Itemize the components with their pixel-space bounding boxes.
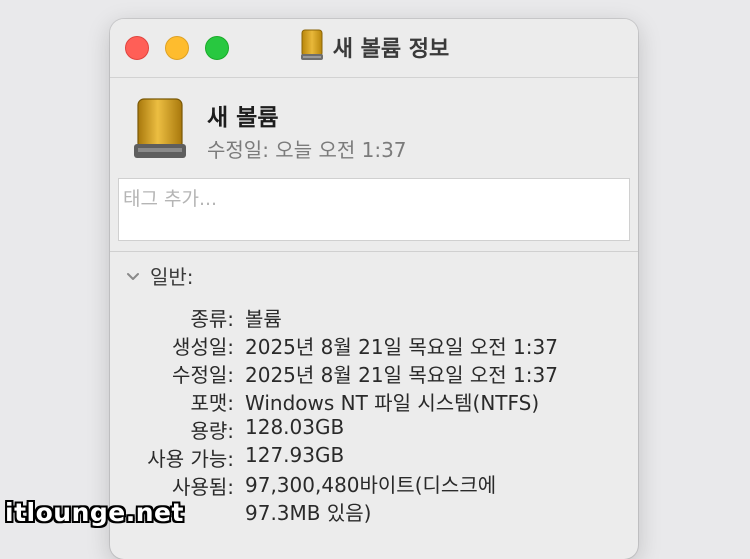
info-row-used: 사용됨: 97,300,480바이트(디스크에 97.3MB 있음) <box>110 471 638 527</box>
info-value: 127.93GB <box>245 443 345 467</box>
info-row-created: 생성일: 2025년 8월 21일 목요일 오전 1:37 <box>110 331 638 359</box>
info-value-line2: 97.3MB 있음) <box>245 501 372 525</box>
external-drive-icon <box>299 29 325 65</box>
info-label: 용량: <box>190 419 234 443</box>
info-label: 포맷: <box>190 391 234 415</box>
title-bar[interactable]: 새 볼륨 정보 <box>110 19 638 78</box>
info-row-available: 사용 가능: 127.93GB <box>110 443 638 471</box>
info-label: 종류: <box>190 307 234 331</box>
general-section-label: 일반: <box>150 264 194 289</box>
info-label: 사용됨: <box>172 475 234 499</box>
tag-input[interactable]: 태그 추가... <box>118 178 630 241</box>
info-label: 생성일: <box>172 335 234 359</box>
info-value: 2025년 8월 21일 목요일 오전 1:37 <box>245 363 558 387</box>
info-row-kind: 종류: 볼륨 <box>110 303 638 331</box>
summary-header: 새 볼륨 수정일: 오늘 오전 1:37 <box>110 78 638 178</box>
general-section-toggle[interactable]: 일반: <box>126 262 194 289</box>
modified-date: 수정일: 오늘 오전 1:37 <box>207 138 407 162</box>
info-value: Windows NT 파일 시스템(NTFS) <box>245 391 540 415</box>
section-divider <box>110 251 638 252</box>
info-row-modified: 수정일: 2025년 8월 21일 목요일 오전 1:37 <box>110 359 638 387</box>
info-row-format: 포맷: Windows NT 파일 시스템(NTFS) <box>110 387 638 415</box>
external-drive-icon <box>130 98 190 164</box>
window-title: 새 볼륨 정보 <box>110 29 638 65</box>
info-value: 128.03GB <box>245 415 345 439</box>
volume-name: 새 볼륨 <box>207 105 279 131</box>
info-value: 2025년 8월 21일 목요일 오전 1:37 <box>245 335 558 359</box>
site-watermark: itlounge.net <box>5 498 184 527</box>
info-label: 수정일: <box>172 363 234 387</box>
info-row-capacity: 용량: 128.03GB <box>110 415 638 443</box>
info-label: 사용 가능: <box>147 447 234 471</box>
info-value-line1: 97,300,480바이트(디스크에 <box>245 473 497 497</box>
general-info-table: 종류: 볼륨 생성일: 2025년 8월 21일 목요일 오전 1:37 수정일… <box>110 303 638 527</box>
info-value: 볼륨 <box>245 307 282 331</box>
info-value: 97,300,480바이트(디스크에 97.3MB 있음) <box>245 471 496 527</box>
chevron-down-icon <box>126 263 140 287</box>
info-window: 새 볼륨 정보 새 볼륨 수정일: 오늘 오전 1:37 태그 추가... 일반… <box>110 19 638 559</box>
window-title-text: 새 볼륨 정보 <box>332 37 450 62</box>
